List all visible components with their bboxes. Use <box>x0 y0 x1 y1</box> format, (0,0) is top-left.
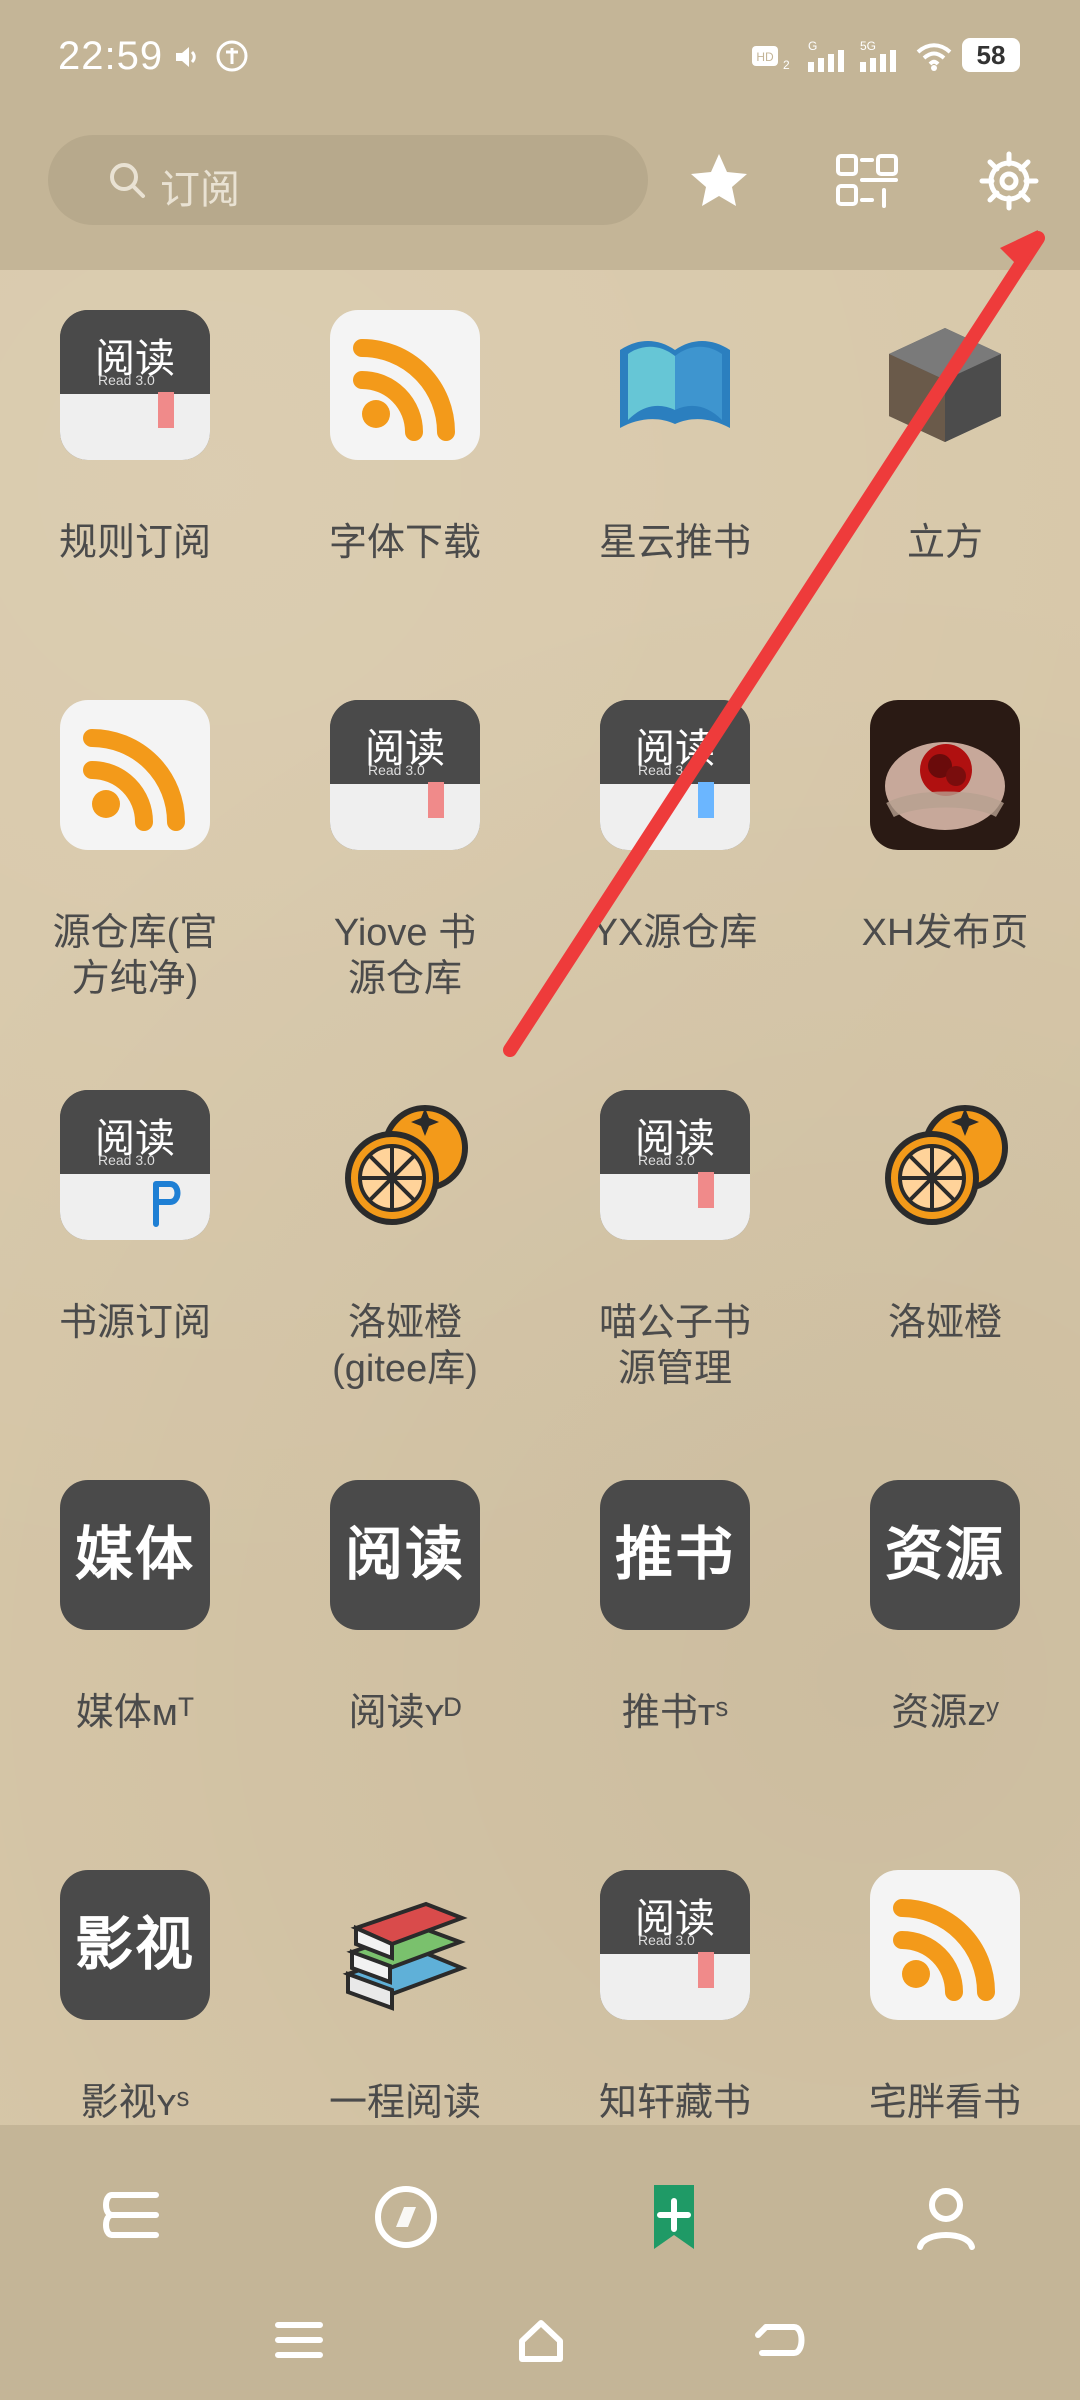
read-app-subtitle: Read 3.0 <box>638 762 695 778</box>
profile-icon[interactable] <box>906 2177 986 2257</box>
star-icon[interactable] <box>684 146 754 216</box>
tile-ziyuan: 资源 <box>870 1480 1020 1630</box>
grid-item-label: 字体下载 <box>328 522 481 564</box>
read-app-subtitle: Read 3.0 <box>98 1152 155 1168</box>
cube-icon <box>870 310 1020 460</box>
grid-item-label: 影视ʏˢ <box>80 2082 190 2124</box>
tile-tuishu: 推书 <box>600 1480 750 1630</box>
grid-item-yiove[interactable]: 阅读 Read 3.0 Yiove 书 源仓库 <box>270 700 540 1060</box>
grid-item-label: YX源仓库 <box>592 912 758 954</box>
grid-item-label: 书源订阅 <box>58 1302 211 1344</box>
p-mark-icon <box>153 1181 181 1227</box>
book-stack-icon <box>330 1870 480 2020</box>
rss-icon <box>870 1870 1020 2020</box>
grid-item-label: 知轩藏书 <box>598 2082 751 2124</box>
grid-item-规则订阅[interactable]: 阅读 Read 3.0 规则订阅 <box>0 310 270 670</box>
read-app-subtitle: Read 3.0 <box>368 762 425 778</box>
signal-icon: G <box>808 40 844 72</box>
grid-item-label: XH发布页 <box>861 912 1029 954</box>
grid-item-label: 洛娅橙 (gitee库) <box>332 1302 478 1390</box>
search-placeholder: 订阅 <box>160 168 240 212</box>
grid-item-洛娅橙-gitee[interactable]: 洛娅橙 (gitee库) <box>270 1090 540 1450</box>
menu-icon[interactable] <box>264 2305 334 2375</box>
orange-icon <box>330 1090 480 1240</box>
status-bar: 22:59 HD 2 G 5G 58 <box>0 0 1080 120</box>
home-icon[interactable] <box>506 2305 576 2375</box>
grid-item-字体下载[interactable]: 字体下载 <box>270 310 540 670</box>
sync-icon <box>216 40 248 72</box>
volume-icon <box>176 47 196 67</box>
rose-photo-icon <box>870 700 1020 850</box>
grid-item-立方[interactable]: 立方 <box>810 310 1080 670</box>
grid-item-label: 立方 <box>906 522 983 564</box>
read-app-icon: 阅读 Read 3.0 <box>330 700 480 850</box>
battery-level: 58 <box>976 40 1006 70</box>
grid-item-label: 阅读ʏᴰ <box>348 1692 462 1734</box>
read-app-subtitle: Read 3.0 <box>638 1932 695 1948</box>
back-icon[interactable] <box>744 2305 814 2375</box>
grid-item-label: 洛娅橙 <box>887 1302 1002 1344</box>
top-bar: 订阅 <box>0 120 1080 270</box>
grid-item-label: 宅胖看书 <box>868 2082 1021 2124</box>
grid-item-洛娅橙[interactable]: 洛娅橙 <box>810 1090 1080 1450</box>
grid-item-label: 规则订阅 <box>58 522 211 564</box>
bottom-navigation <box>0 2125 1080 2400</box>
grid-item-label: 喵公子书 源管理 <box>598 1302 751 1390</box>
orange-icon <box>870 1090 1020 1240</box>
grid-item-xh[interactable]: XH发布页 <box>810 700 1080 1060</box>
scan-icon[interactable] <box>832 146 902 216</box>
status-time: 22:59 <box>58 34 164 78</box>
wifi-icon <box>916 43 952 71</box>
search-icon <box>110 163 145 198</box>
search-input[interactable]: 订阅 <box>48 135 648 225</box>
read-app-icon: 阅读 Read 3.0 <box>600 1870 750 2020</box>
tile-yuedu: 阅读 <box>330 1480 480 1630</box>
tile-meiti: 媒体 <box>60 1480 210 1630</box>
settings-icon[interactable] <box>974 146 1044 216</box>
grid-item-label: 推书ᴛˢ <box>621 1692 729 1734</box>
grid-item-label: 源仓库(官 方纯净) <box>52 912 218 1000</box>
read-app-icon: 阅读 Read 3.0 <box>600 700 750 850</box>
svg-text:2: 2 <box>783 58 790 72</box>
tile-yingshi: 影视 <box>60 1870 210 2020</box>
grid-item-label: 一程阅读 <box>328 2082 481 2124</box>
grid-item-阅读[interactable]: 阅读 阅读ʏᴰ <box>270 1480 540 1840</box>
grid-item-源仓库[interactable]: 源仓库(官 方纯净) <box>0 700 270 1060</box>
battery-indicator: 58 <box>962 38 1020 72</box>
svg-text:5G: 5G <box>860 40 876 53</box>
hd2-icon: HD 2 <box>752 46 790 72</box>
grid-item-label: 媒体ᴍᵀ <box>75 1692 195 1734</box>
grid-item-推书[interactable]: 推书 推书ᴛˢ <box>540 1480 810 1840</box>
discover-icon[interactable] <box>366 2177 446 2257</box>
subscribe-icon[interactable] <box>634 2177 714 2257</box>
read-app-icon: 阅读 Read 3.0 <box>600 1090 750 1240</box>
grid-item-label: 星云推书 <box>598 522 751 564</box>
grid-item-媒体[interactable]: 媒体 媒体ᴍᵀ <box>0 1480 270 1840</box>
rss-icon <box>330 310 480 460</box>
grid-item-书源订阅[interactable]: 阅读 Read 3.0 书源订阅 <box>0 1090 270 1450</box>
grid-item-label: Yiove 书 源仓库 <box>333 912 477 1000</box>
read-app-subtitle: Read 3.0 <box>638 1152 695 1168</box>
svg-text:G: G <box>808 40 817 53</box>
grid-item-资源[interactable]: 资源 资源ᴢʸ <box>810 1480 1080 1840</box>
grid-item-喵公子[interactable]: 阅读 Read 3.0 喵公子书 源管理 <box>540 1090 810 1450</box>
read-app-icon: 阅读 Read 3.0 <box>60 310 210 460</box>
grid-item-星云推书[interactable]: 星云推书 <box>540 310 810 670</box>
5g-icon: 5G <box>860 40 896 72</box>
book-fan-icon <box>600 310 750 460</box>
read-app-p-icon: 阅读 Read 3.0 <box>60 1090 210 1240</box>
grid-item-yx[interactable]: 阅读 Read 3.0 YX源仓库 <box>540 700 810 1060</box>
read-app-subtitle: Read 3.0 <box>98 372 155 388</box>
bookshelf-icon[interactable] <box>94 2177 174 2257</box>
grid-item-label: 资源ᴢʸ <box>891 1692 999 1734</box>
svg-text:HD: HD <box>756 50 774 64</box>
rss-icon <box>60 700 210 850</box>
